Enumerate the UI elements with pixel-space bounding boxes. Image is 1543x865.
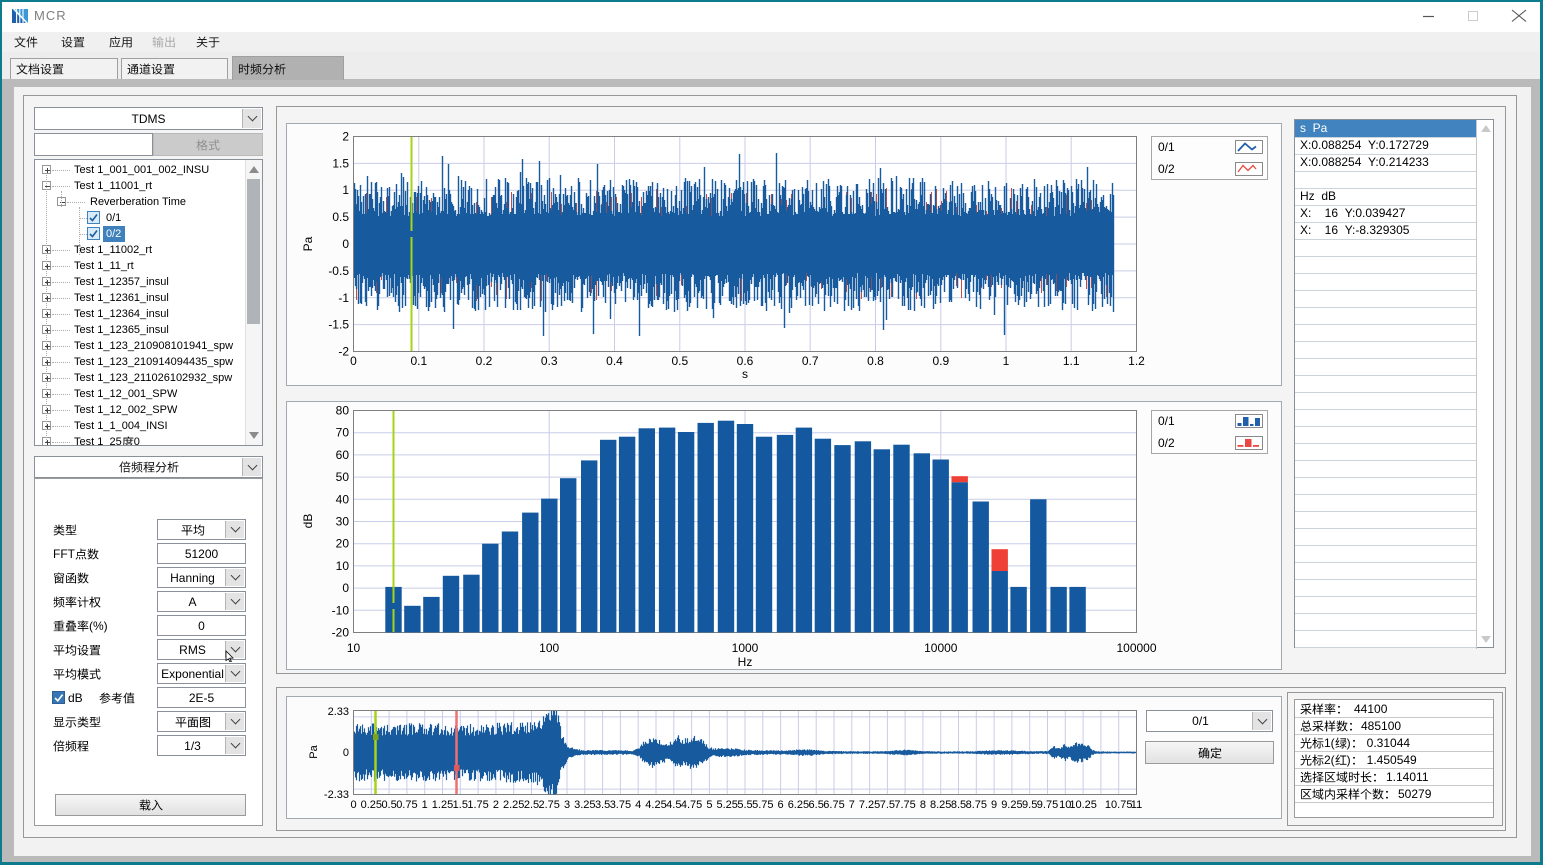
svg-text:10.25: 10.25 (1069, 799, 1097, 811)
svg-text:80: 80 (336, 404, 350, 418)
svg-text:0: 0 (350, 799, 356, 811)
svg-text:4.25: 4.25 (645, 799, 666, 811)
svg-text:1: 1 (342, 183, 349, 197)
svg-text:9: 9 (991, 799, 997, 811)
svg-text:-10: -10 (332, 603, 350, 617)
svg-text:0/2: 0/2 (1158, 436, 1175, 450)
svg-text:2: 2 (342, 130, 349, 144)
svg-text:8: 8 (920, 799, 926, 811)
svg-text:1.25: 1.25 (432, 799, 453, 811)
svg-text:9.5: 9.5 (1022, 799, 1037, 811)
svg-text:1.5: 1.5 (453, 799, 468, 811)
svg-text:0/1: 0/1 (1158, 140, 1175, 154)
svg-text:2.33: 2.33 (328, 706, 349, 718)
svg-text:5.25: 5.25 (716, 799, 737, 811)
svg-text:9.75: 9.75 (1037, 799, 1058, 811)
svg-text:50: 50 (336, 470, 350, 484)
svg-text:5: 5 (706, 799, 712, 811)
svg-text:1.5: 1.5 (332, 156, 349, 170)
svg-text:6.5: 6.5 (809, 799, 824, 811)
svg-text:2.25: 2.25 (503, 799, 524, 811)
svg-text:0.6: 0.6 (737, 354, 754, 368)
svg-text:3: 3 (564, 799, 570, 811)
svg-text:0.5: 0.5 (381, 799, 396, 811)
svg-text:0.7: 0.7 (802, 354, 819, 368)
svg-text:0/2: 0/2 (1158, 162, 1175, 176)
svg-text:8.75: 8.75 (966, 799, 987, 811)
svg-text:4.75: 4.75 (681, 799, 702, 811)
svg-text:10000: 10000 (924, 641, 958, 655)
svg-text:60: 60 (336, 448, 350, 462)
svg-text:1: 1 (1003, 354, 1010, 368)
svg-text:8.25: 8.25 (930, 799, 951, 811)
svg-text:6: 6 (778, 799, 784, 811)
svg-text:0.2: 0.2 (476, 354, 493, 368)
svg-text:30: 30 (336, 515, 350, 529)
svg-text:Pa: Pa (308, 744, 320, 758)
svg-text:5.75: 5.75 (752, 799, 773, 811)
svg-text:3.5: 3.5 (595, 799, 610, 811)
svg-text:10: 10 (347, 641, 361, 655)
svg-text:-1.5: -1.5 (328, 318, 349, 332)
svg-text:6.25: 6.25 (788, 799, 809, 811)
svg-text:7.5: 7.5 (880, 799, 895, 811)
svg-text:dB: dB (301, 514, 315, 529)
svg-text:-2.33: -2.33 (324, 789, 349, 801)
svg-text:8.5: 8.5 (951, 799, 966, 811)
svg-text:2: 2 (493, 799, 499, 811)
svg-text:2.75: 2.75 (538, 799, 559, 811)
svg-text:100: 100 (539, 641, 559, 655)
svg-text:70: 70 (336, 426, 350, 440)
svg-text:7: 7 (849, 799, 855, 811)
svg-text:9.25: 9.25 (1001, 799, 1022, 811)
svg-text:Hz: Hz (738, 655, 753, 669)
svg-text:7.75: 7.75 (894, 799, 915, 811)
svg-text:3.75: 3.75 (610, 799, 631, 811)
svg-text:2.5: 2.5 (524, 799, 539, 811)
svg-text:6.75: 6.75 (823, 799, 844, 811)
svg-text:100000: 100000 (1116, 641, 1156, 655)
svg-text:10: 10 (336, 559, 350, 573)
svg-text:20: 20 (336, 537, 350, 551)
svg-text:0.8: 0.8 (867, 354, 884, 368)
svg-text:-0.5: -0.5 (328, 264, 349, 278)
svg-text:1.75: 1.75 (467, 799, 488, 811)
svg-text:4.5: 4.5 (666, 799, 681, 811)
svg-text:1: 1 (422, 799, 428, 811)
svg-text:0.5: 0.5 (671, 354, 688, 368)
svg-text:0: 0 (342, 581, 349, 595)
svg-text:0: 0 (343, 747, 349, 759)
svg-text:Pa: Pa (301, 236, 315, 251)
svg-text:-2: -2 (338, 345, 349, 359)
svg-text:7.25: 7.25 (859, 799, 880, 811)
svg-text:s: s (742, 367, 748, 381)
svg-text:0.5: 0.5 (332, 210, 349, 224)
svg-text:0.1: 0.1 (410, 354, 427, 368)
svg-text:-1: -1 (338, 291, 349, 305)
svg-text:0/1: 0/1 (1158, 414, 1175, 428)
svg-text:40: 40 (336, 492, 350, 506)
svg-text:1.1: 1.1 (1063, 354, 1080, 368)
svg-text:-20: -20 (332, 626, 350, 640)
svg-text:4: 4 (635, 799, 641, 811)
svg-text:11: 11 (1131, 799, 1142, 811)
svg-text:3.25: 3.25 (574, 799, 595, 811)
svg-text:0.3: 0.3 (541, 354, 558, 368)
svg-text:0.9: 0.9 (932, 354, 949, 368)
svg-text:0.75: 0.75 (396, 799, 417, 811)
svg-text:1.2: 1.2 (1128, 354, 1145, 368)
svg-text:1000: 1000 (732, 641, 759, 655)
svg-text:5.5: 5.5 (737, 799, 752, 811)
svg-text:0.4: 0.4 (606, 354, 623, 368)
svg-text:0.25: 0.25 (361, 799, 382, 811)
svg-text:0: 0 (350, 354, 357, 368)
svg-text:0: 0 (342, 237, 349, 251)
svg-text:10.75: 10.75 (1105, 799, 1133, 811)
